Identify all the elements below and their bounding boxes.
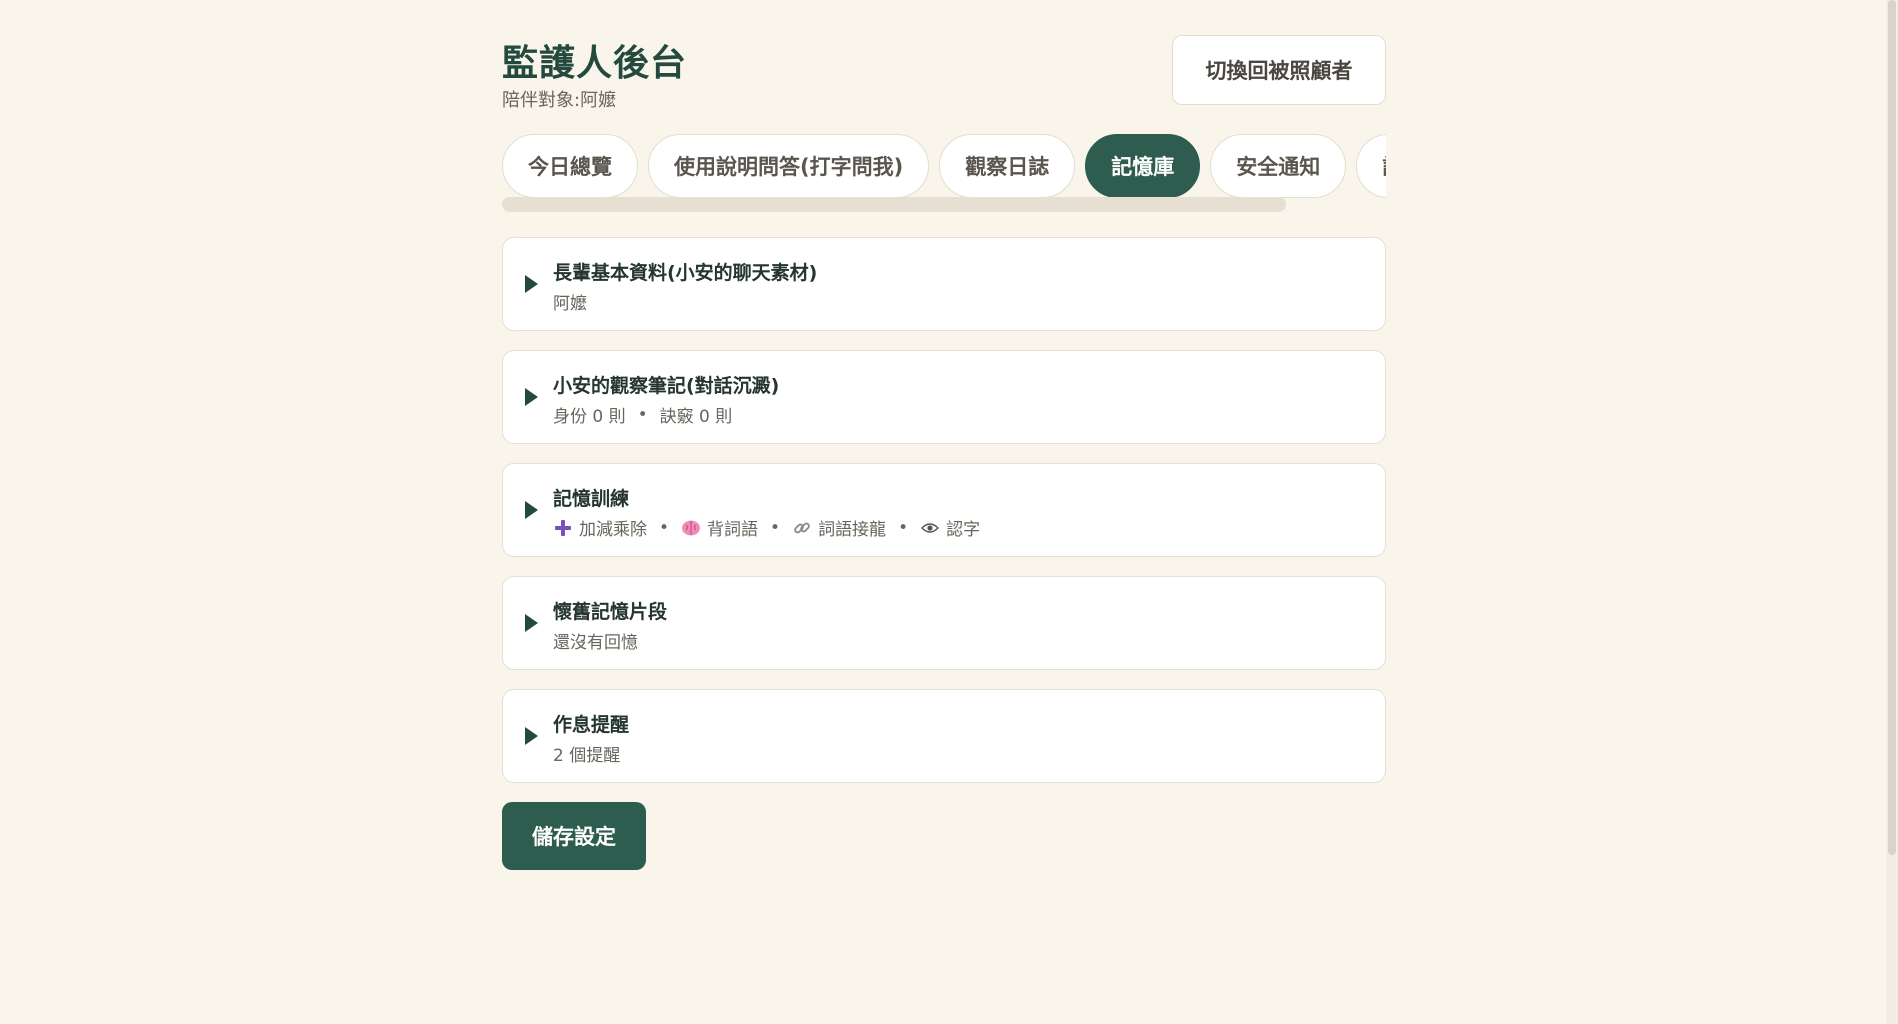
training-word-chain: 詞語接龍 [818, 520, 887, 540]
main-container: 監護人後台 陪伴對象:阿嬤 切換回被照顧者 今日總覽 使用說明問答(打字問我) … [502, 0, 1386, 870]
tab-safety-notifications[interactable]: 安全通知 [1210, 134, 1347, 198]
section-summary: 2 個提醒 [553, 741, 620, 766]
expand-arrow-icon [525, 388, 538, 406]
section-title: 小安的觀察筆記(對話沉澱) [553, 375, 780, 397]
link-icon [792, 518, 812, 538]
separator-dot: • [637, 404, 648, 425]
section-summary-text: 阿嬤 [553, 294, 587, 314]
header: 監護人後台 陪伴對象:阿嬤 切換回被照顧者 [502, 0, 1386, 130]
eye-icon [920, 518, 940, 538]
training-recognize-characters: 認字 [946, 520, 981, 540]
section-title: 記憶訓練 [553, 488, 630, 510]
tab-settings[interactable]: 設 [1356, 134, 1386, 198]
section-routine-reminders[interactable]: 作息提醒 2 個提醒 [502, 689, 1386, 783]
switch-to-care-receiver-button[interactable]: 切換回被照顧者 [1172, 35, 1386, 105]
save-settings-button[interactable]: 儲存設定 [502, 802, 646, 870]
section-summary-text: 還沒有回憶 [553, 633, 638, 653]
section-nostalgic-memories[interactable]: 懷舊記憶片段 還沒有回憶 [502, 576, 1386, 670]
section-title: 長輩基本資料(小安的聊天素材) [553, 262, 818, 284]
separator-dot: • [659, 517, 670, 538]
section-summary: 阿嬤 [553, 289, 587, 314]
section-summary-text: 2 個提醒 [553, 746, 621, 766]
page-scrollbar[interactable] [1886, 0, 1898, 1024]
section-summary: 身份 0 則 • 訣竅 0 則 [553, 402, 733, 428]
expand-arrow-icon [525, 727, 538, 745]
page-subtitle: 陪伴對象:阿嬤 [502, 90, 617, 111]
brain-icon [681, 518, 701, 538]
tab-usage-qa[interactable]: 使用說明問答(打字問我) [648, 134, 930, 198]
tab-bar-scrollbar[interactable] [502, 197, 1286, 212]
section-title: 作息提醒 [553, 714, 630, 736]
training-arithmetic: 加減乘除 [579, 520, 647, 540]
separator-dot: • [898, 517, 909, 538]
tab-memory-bank[interactable]: 記憶庫 [1085, 134, 1201, 198]
section-summary: 還沒有回憶 [553, 628, 638, 653]
tab-observation-log[interactable]: 觀察日誌 [939, 134, 1076, 198]
tips-count: 訣竅 0 則 [659, 407, 733, 427]
identity-count: 身份 0 則 [553, 407, 626, 427]
memory-sections: 長輩基本資料(小安的聊天素材) 阿嬤 小安的觀察筆記(對話沉澱) 身份 0 則 … [502, 237, 1386, 802]
section-title: 懷舊記憶片段 [553, 601, 668, 623]
expand-arrow-icon [525, 614, 538, 632]
section-memory-training[interactable]: 記憶訓練 加減乘除 • 背詞語 • 詞語接龍 • 認字 [502, 463, 1386, 557]
section-observation-notes[interactable]: 小安的觀察筆記(對話沉澱) 身份 0 則 • 訣竅 0 則 [502, 350, 1386, 444]
expand-arrow-icon [525, 501, 538, 519]
section-summary: 加減乘除 • 背詞語 • 詞語接龍 • 認字 [553, 515, 980, 540]
expand-arrow-icon [525, 275, 538, 293]
tab-today-overview[interactable]: 今日總覽 [502, 134, 638, 198]
plus-icon [553, 518, 573, 538]
training-memorize-words: 背詞語 [707, 520, 759, 540]
section-elder-profile[interactable]: 長輩基本資料(小安的聊天素材) 阿嬤 [502, 237, 1386, 331]
page-title: 監護人後台 [502, 42, 688, 84]
page-scrollbar-thumb[interactable] [1888, 0, 1896, 855]
separator-dot: • [770, 517, 781, 538]
